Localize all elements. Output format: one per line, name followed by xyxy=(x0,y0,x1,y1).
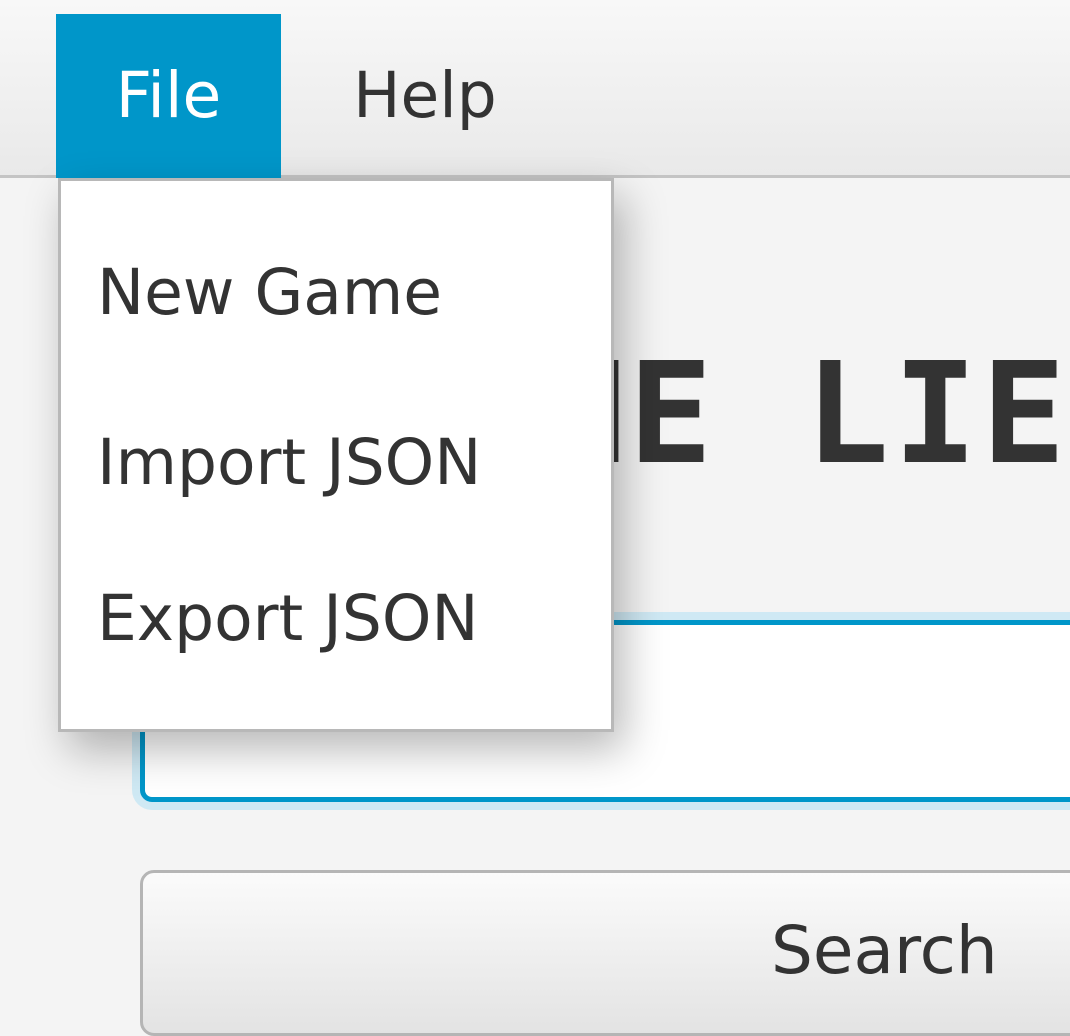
menu-help[interactable]: Help xyxy=(305,14,545,178)
menu-bar: File Help xyxy=(0,0,1070,178)
file-menu-dropdown: New Game Import JSON Export JSON xyxy=(58,178,614,732)
page-title: ME LIE xyxy=(540,333,1070,496)
search-button[interactable]: Search xyxy=(140,870,1070,1036)
menu-item-new-game[interactable]: New Game xyxy=(97,253,442,333)
app-window: File Help ME LIE Search New Game Import … xyxy=(0,0,1070,1036)
menu-file[interactable]: File xyxy=(56,14,281,178)
menu-item-export-json[interactable]: Export JSON xyxy=(97,579,479,659)
menu-item-import-json[interactable]: Import JSON xyxy=(97,423,481,503)
